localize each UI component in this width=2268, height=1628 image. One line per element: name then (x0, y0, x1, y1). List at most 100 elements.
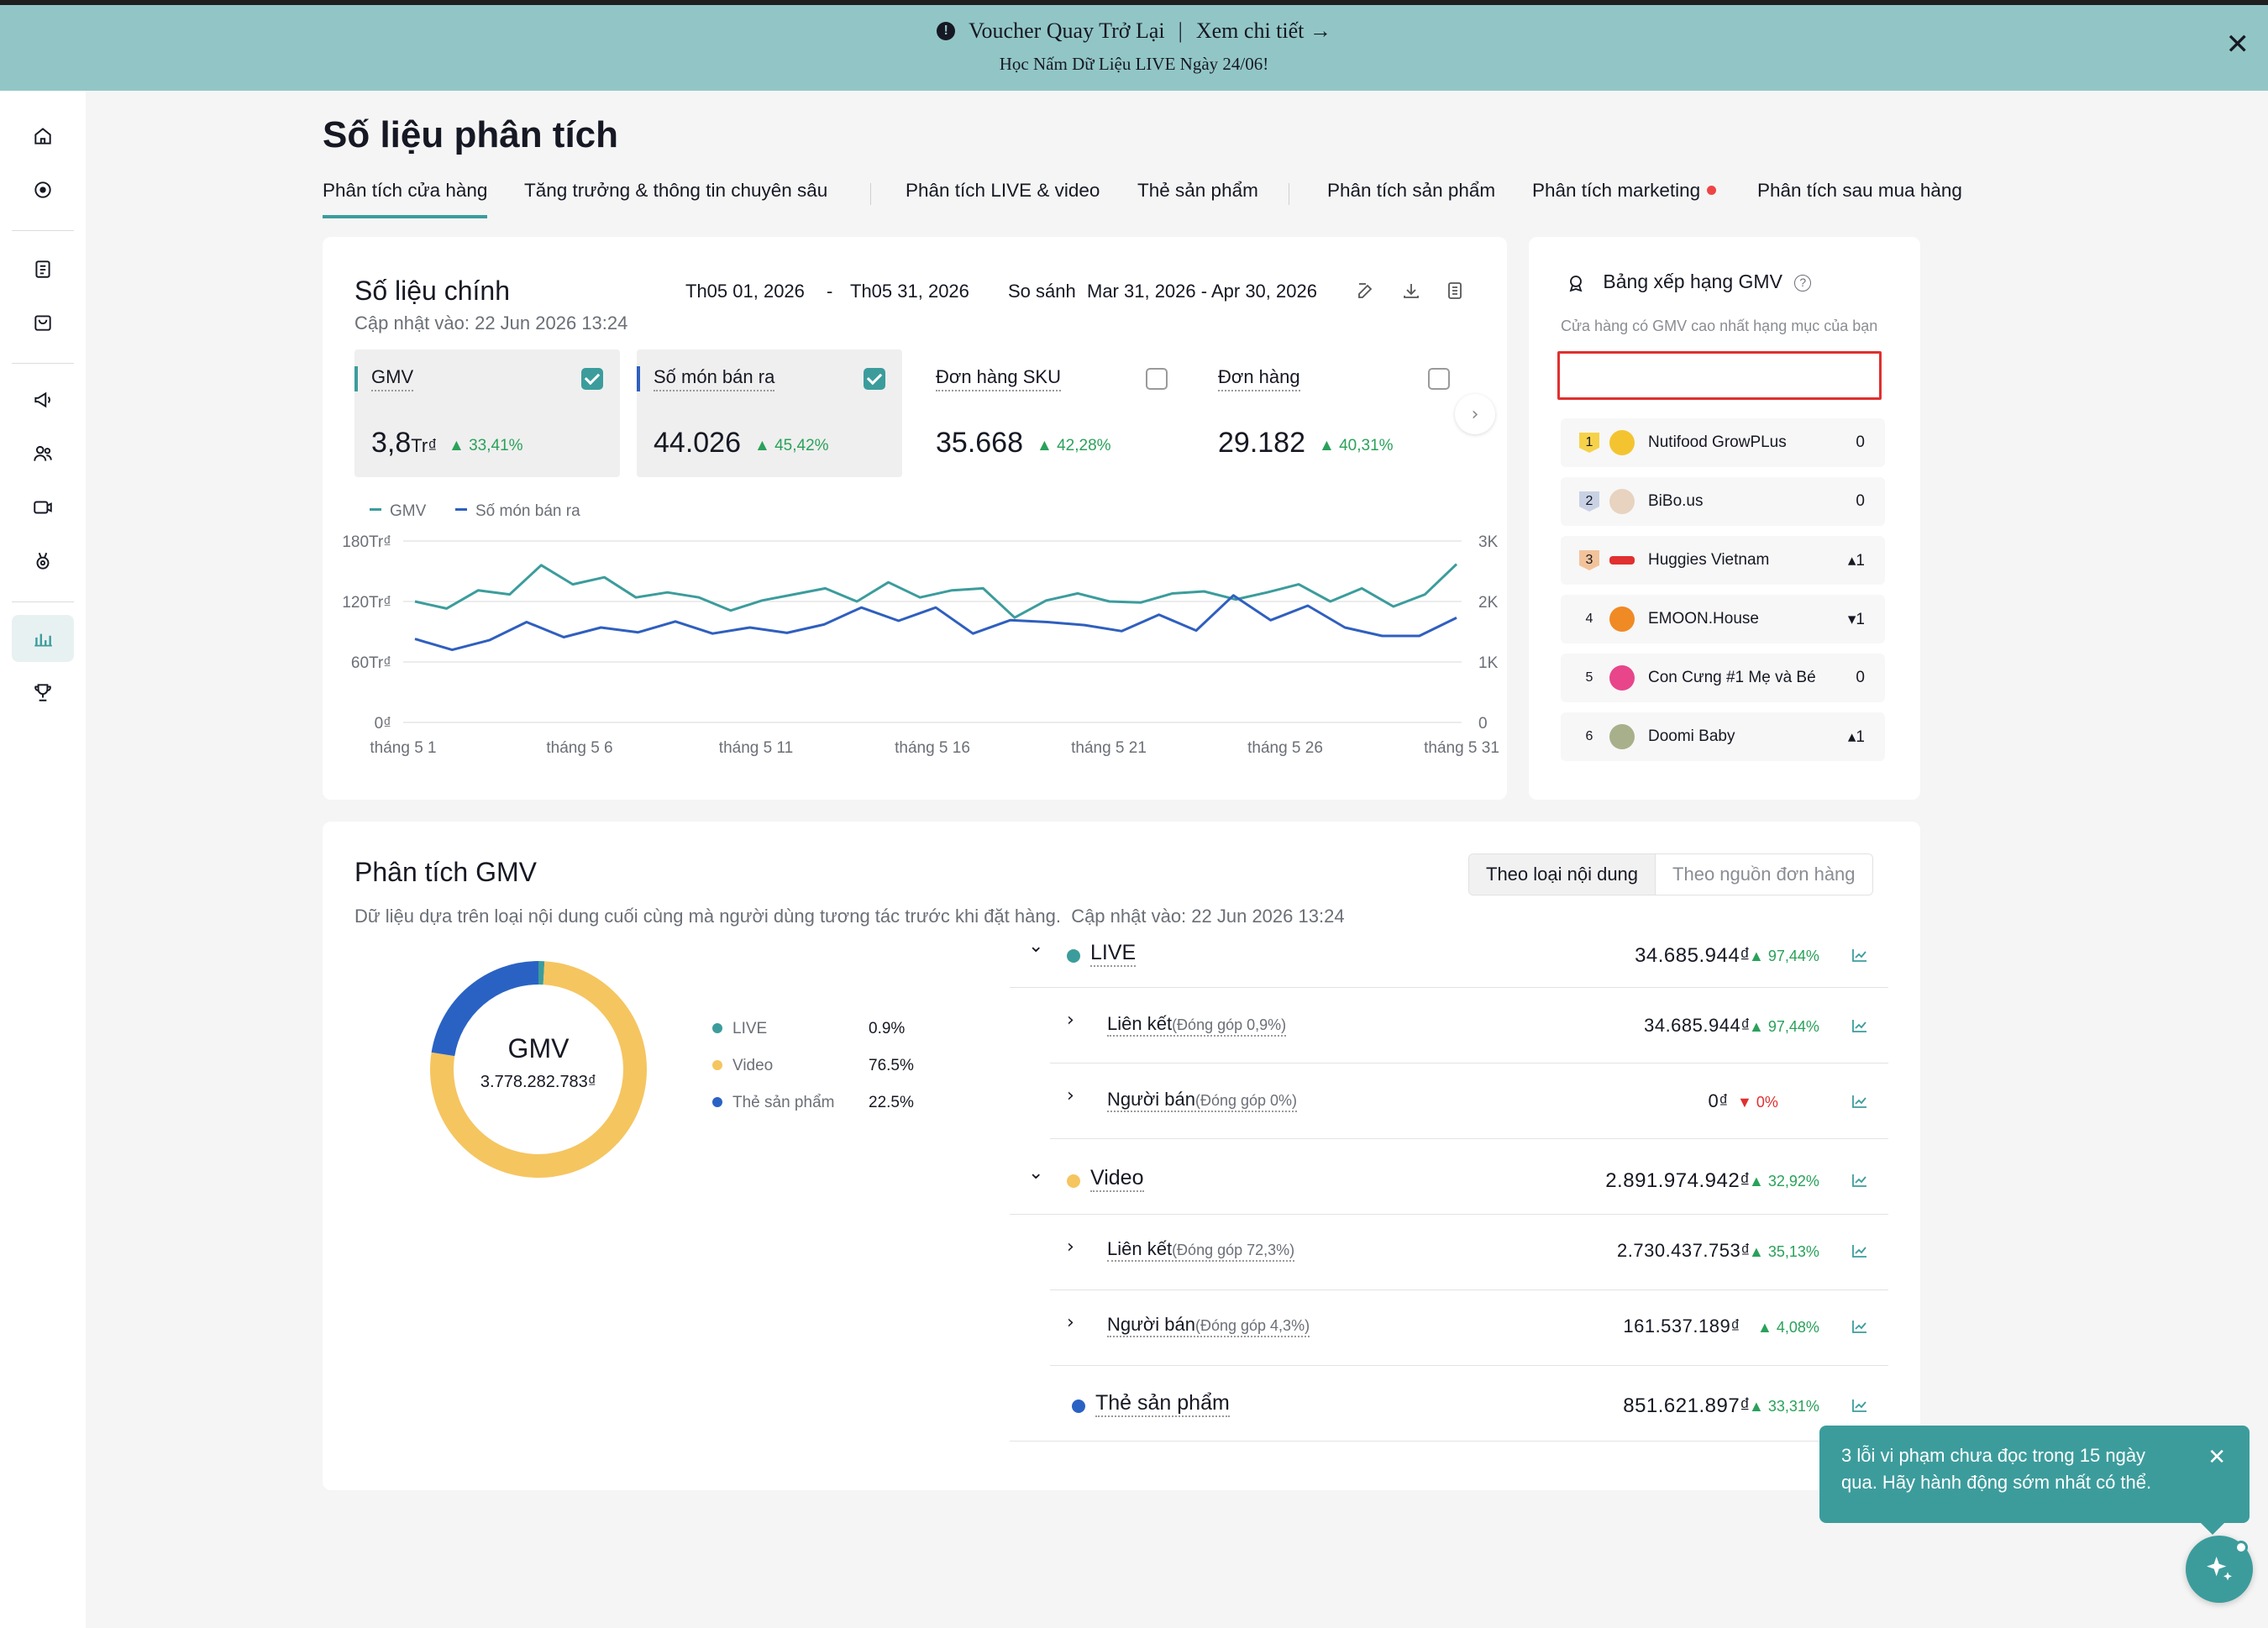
x-tick-label: tháng 5 1 (370, 739, 436, 757)
date-to[interactable]: Th05 31, 2026 (850, 281, 969, 302)
compass-icon[interactable] (12, 166, 74, 213)
pie-legend-live: LIVE 0.9% (712, 1020, 905, 1038)
tab-post-purchase[interactable]: Phân tích sau mua hàng (1757, 180, 1962, 218)
orders-icon[interactable] (12, 245, 74, 292)
ranking-row[interactable]: 2 BiBo.us 0 (1561, 477, 1885, 526)
metric-value: 3,8Tr₫ (371, 427, 438, 459)
row-amount: 2.730.437.753₫ (1617, 1240, 1751, 1261)
tab-store-analysis[interactable]: Phân tích cửa hàng (323, 180, 488, 218)
tab-product-analysis[interactable]: Phân tích sản phẩm (1327, 180, 1495, 218)
help-icon[interactable]: ? (1794, 274, 1812, 291)
shop-logo (1609, 665, 1635, 691)
collapse-icon[interactable]: ⌄ (1028, 1163, 1043, 1184)
gmv-analysis-title: Phân tích GMV (354, 857, 537, 887)
toast-close-icon[interactable]: ✕ (2208, 1444, 2226, 1471)
series-line-1 (414, 594, 1457, 652)
expand-icon[interactable]: › (1067, 1312, 1074, 1333)
toggle-content-type[interactable]: Theo loại nội dung (1469, 854, 1656, 895)
shop-logo (1609, 724, 1635, 749)
rank-change: ▴1 (1847, 728, 1865, 746)
gmv-row-live-affiliate[interactable]: › Liên kết(Đóng góp 0,9%) 34.685.944₫ ▲ … (1050, 988, 1888, 1063)
main-metrics-card: Số liệu chính Cập nhật vào: 22 Jun 2026 … (323, 237, 1507, 800)
ranking-header: Bảng xếp hạng GMV ? (1566, 270, 1812, 293)
notification-badge (2234, 1541, 2248, 1554)
trend-chart-icon[interactable] (1851, 1319, 1868, 1334)
trend-chart-icon[interactable] (1851, 1173, 1868, 1188)
row-amount: 851.621.897₫ (1623, 1394, 1751, 1417)
gmv-row-product-card[interactable]: Thẻ sản phẩm 851.621.897₫ ▲ 33,31% (1010, 1366, 1888, 1442)
row-change: ▲ 32,92% (1749, 1173, 1819, 1189)
metric-color-bar (354, 366, 358, 391)
date-from[interactable]: Th05 01, 2026 (685, 281, 805, 302)
metrics-next-button[interactable]: › (1455, 394, 1495, 434)
rank-change: ▾1 (1847, 611, 1865, 628)
metric-checkbox[interactable] (864, 368, 885, 390)
edit-icon[interactable] (1356, 281, 1376, 301)
metric-label: Đơn hàng SKU (936, 366, 1061, 391)
ranking-search-box[interactable] (1557, 351, 1882, 400)
expand-icon[interactable]: › (1067, 1085, 1074, 1106)
banner-subtitle: Học Nấm Dữ Liệu LIVE Ngày 24/06! (999, 54, 1269, 74)
gmv-row-video[interactable]: ⌄ Video 2.891.974.942₫ ▲ 32,92% (1010, 1139, 1888, 1215)
live-video-icon[interactable] (12, 484, 74, 531)
y-left-tick-label: 180Tr₫ (342, 533, 391, 551)
tab-marketing[interactable]: Phân tích marketing (1532, 180, 1717, 218)
row-change: ▲ 33,31% (1749, 1398, 1819, 1415)
expand-icon[interactable]: › (1067, 1010, 1074, 1031)
megaphone-icon[interactable] (12, 376, 74, 423)
tab-marketing-label: Phân tích marketing (1532, 180, 1701, 201)
download-icon[interactable] (1401, 281, 1421, 301)
product-card-dot (1072, 1400, 1085, 1413)
compare-range[interactable]: Mar 31, 2026 - Apr 30, 2026 (1087, 281, 1317, 302)
gmv-row-video-seller[interactable]: › Người bán(Đóng góp 4,3%) 161.537.189₫ … (1050, 1290, 1888, 1366)
ranking-row[interactable]: 1 Nutifood GrowPLus 0 (1561, 418, 1885, 467)
ranking-row[interactable]: 3 Huggies Vietnam ▴1 (1561, 536, 1885, 585)
report-icon[interactable] (1445, 281, 1465, 301)
ranking-row[interactable]: 5 Con Cưng #1 Mẹ và Bé 0 (1561, 654, 1885, 702)
analytics-icon[interactable] (12, 615, 74, 662)
trend-chart-icon[interactable] (1851, 1243, 1868, 1258)
tab-live-video[interactable]: Phân tích LIVE & video (906, 180, 1100, 218)
row-change: ▲ 4,08% (1757, 1319, 1819, 1336)
metric-checkbox[interactable] (1428, 368, 1450, 390)
trend-chart-icon[interactable] (1851, 1018, 1868, 1033)
collapse-icon[interactable]: ⌄ (1028, 936, 1043, 957)
y-right-tick-label: 2K (1478, 594, 1499, 612)
legend-gmv: GMV (370, 502, 426, 521)
metric-items-sold[interactable]: Số món bán ra 44.026 ▲ 45,42% (637, 349, 902, 477)
trend-chart-icon[interactable] (1851, 948, 1868, 963)
trend-chart-icon[interactable] (1851, 1094, 1868, 1109)
ranking-row[interactable]: 6 Doomi Baby ▴1 (1561, 712, 1885, 761)
row-label: Người bán(Đóng góp 4,3%) (1107, 1314, 1310, 1337)
row-amount: 0₫ (1708, 1090, 1729, 1111)
trophy-icon[interactable] (12, 669, 74, 716)
banner-details-link[interactable]: Xem chi tiết → (1196, 18, 1331, 44)
gmv-row-video-affiliate[interactable]: › Liên kết(Đóng góp 72,3%) 2.730.437.753… (1050, 1215, 1888, 1290)
shop-logo (1609, 489, 1635, 514)
ai-assistant-button[interactable] (2186, 1536, 2253, 1603)
medal-icon[interactable] (12, 538, 74, 585)
metric-checkbox[interactable] (1146, 368, 1168, 390)
metric-change: ▲ 33,41% (449, 437, 523, 454)
shop-name: Con Cưng #1 Mẹ và Bé (1648, 669, 1816, 686)
products-icon[interactable] (12, 299, 74, 346)
banner-close-icon[interactable]: ✕ (2226, 30, 2250, 59)
gmv-row-live[interactable]: ⌄ LIVE 34.685.944₫ ▲ 97,44% (1010, 922, 1888, 988)
home-icon[interactable] (12, 113, 74, 160)
metric-sku-orders[interactable]: Đơn hàng SKU 35.668 ▲ 42,28% (919, 349, 1184, 477)
toggle-order-source[interactable]: Theo nguồn đơn hàng (1655, 854, 1872, 895)
gmv-row-live-seller[interactable]: › Người bán(Đóng góp 0%) 0₫ ▼ 0% (1050, 1063, 1888, 1139)
tab-growth-insights[interactable]: Tăng trưởng & thông tin chuyên sâu (524, 180, 827, 218)
tab-product-card[interactable]: Thẻ sản phẩm (1137, 180, 1258, 218)
metric-label: GMV (371, 366, 414, 391)
metric-orders[interactable]: Đơn hàng 29.182 ▲ 40,31% (1201, 349, 1467, 477)
expand-icon[interactable]: › (1067, 1237, 1074, 1258)
ranking-row[interactable]: 4 EMOON.House ▾1 (1561, 595, 1885, 643)
users-icon[interactable] (12, 430, 74, 477)
gmv-ranking-card: Bảng xếp hạng GMV ? Cửa hàng có GMV cao … (1529, 237, 1920, 800)
compare-label: So sánh (1008, 281, 1076, 302)
line-chart: 0₫ 0 60Tr₫ 1K 120Tr₫ 2K 180Tr₫ 3K tháng 5 1 tháng… (342, 533, 1499, 757)
metric-gmv[interactable]: GMV 3,8Tr₫ ▲ 33,41% (354, 349, 620, 477)
metric-checkbox[interactable] (581, 368, 603, 390)
trend-chart-icon[interactable] (1851, 1398, 1868, 1413)
